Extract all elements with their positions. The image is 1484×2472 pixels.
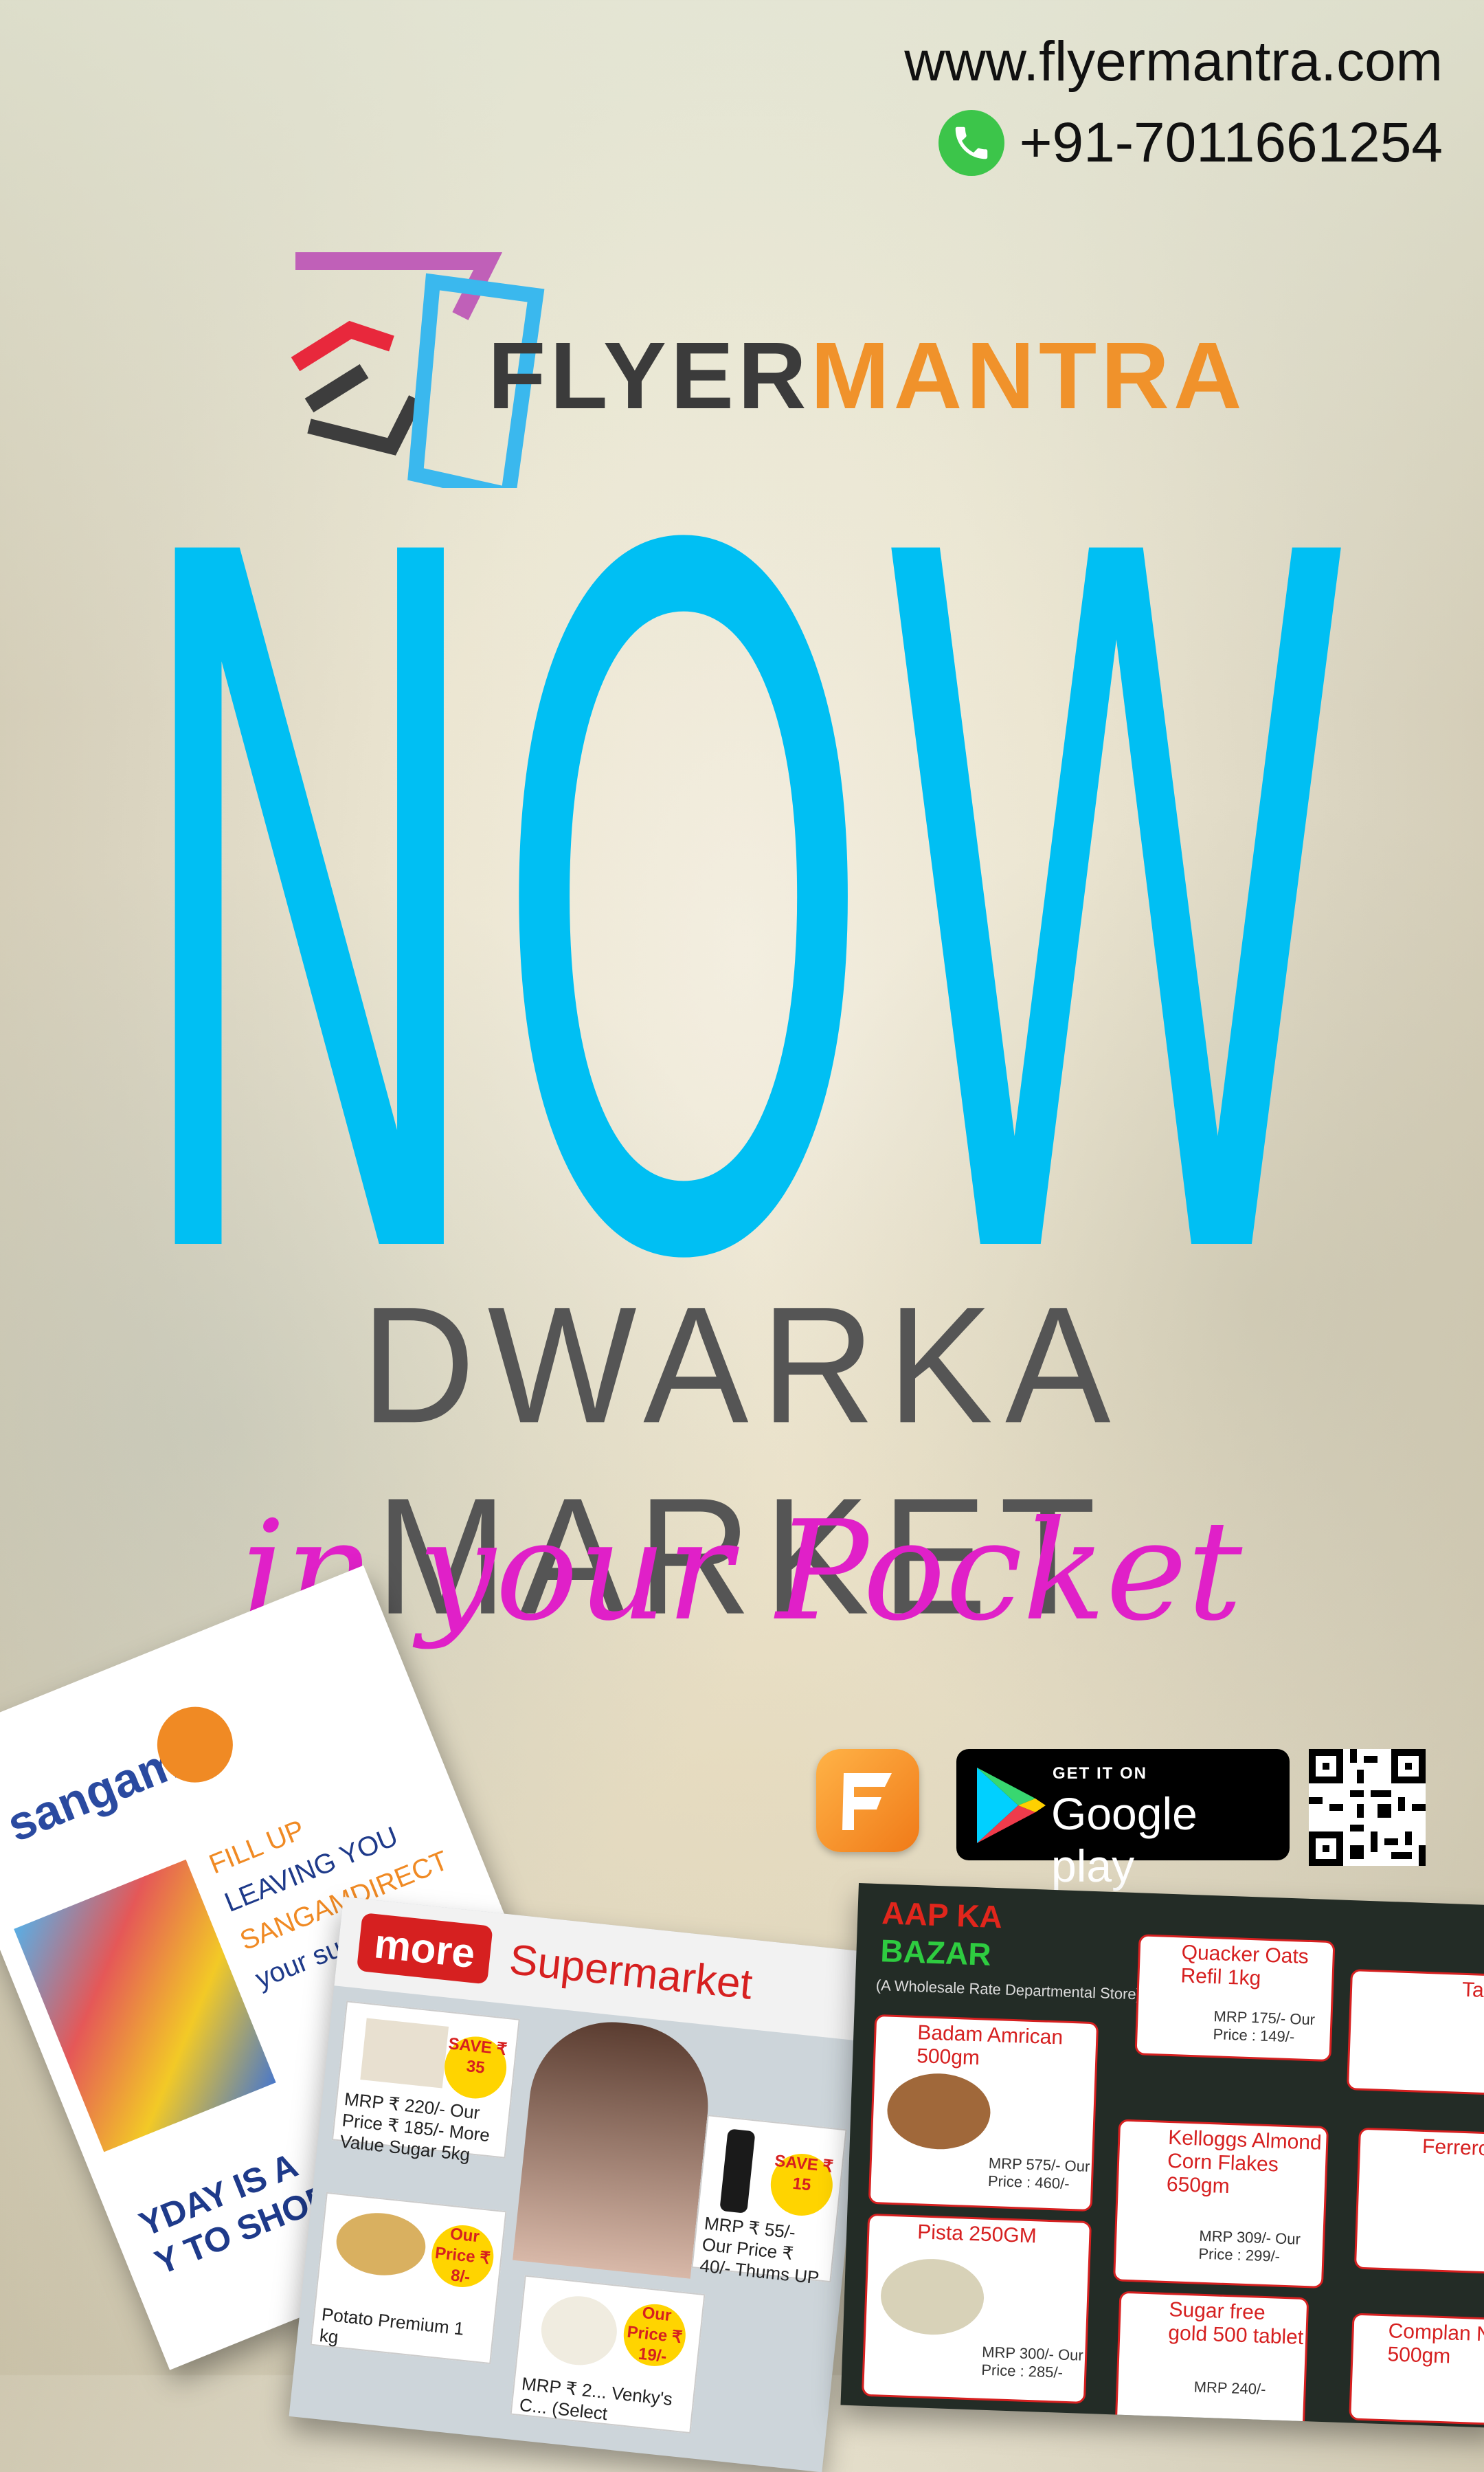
more-item-text: MRP ₹ 55/- Our Price ₹ 40/- Thums UP — [699, 2212, 820, 2289]
logo-wordmark: FLYERMANTRA — [488, 322, 1246, 431]
flyermantra-logo: FLYERMANTRA — [289, 241, 1242, 488]
more-item-card: SAVE ₹ 15 MRP ₹ 55/- Our Price ₹ 40/- Th… — [691, 2115, 847, 2288]
aapka-item-price: MRP 575/- Our Price : 460/- — [987, 2154, 1090, 2192]
aapka-item-card: Ferrero R — [1353, 2127, 1484, 2275]
sugar-image — [360, 2018, 449, 2089]
qr-code-icon — [1309, 1749, 1426, 1866]
aapka-item-name: Tang — [1461, 1978, 1484, 2003]
almonds-image — [886, 2071, 992, 2151]
aapka-item-name: Pista 250GM — [917, 2220, 1037, 2248]
aapka-item-card: Tang — [1346, 1969, 1484, 2096]
woman-shopper-image — [513, 2014, 717, 2279]
phone-number[interactable]: +91-7011661254 — [1020, 109, 1443, 177]
more-item-text: Potato Premium 1 kg — [318, 2304, 465, 2348]
aapka-item-price: MRP 300/- Our Price : 285/- — [980, 2343, 1084, 2381]
aapka-item-name: Kelloggs Almond Corn Flakes 650gm — [1166, 2126, 1323, 2198]
aapka-title-1: AAP KA — [881, 1895, 1003, 1935]
more-item-card: Our Price ₹ 19/- MRP ₹ 2... Venky's C...… — [510, 2275, 706, 2434]
badge-get-it-on: GET IT ON — [1053, 1764, 1147, 1783]
aapka-item-card: Pista 250GM MRP 300/- Our Price : 285/- — [861, 2213, 1092, 2404]
potato-image — [333, 2208, 429, 2280]
aapka-subtitle: (A Wholesale Rate Departmental Store) — [875, 1976, 1142, 2003]
app-f-icon — [842, 1773, 892, 1830]
badge-google-play: Google play — [1051, 1788, 1198, 1891]
price-badge: Our Price ₹ 19/- — [620, 2301, 689, 2370]
aapka-item-name: Badam Amrican 500gm — [916, 2021, 1064, 2070]
pista-image — [879, 2257, 985, 2337]
google-play-icon — [977, 1768, 1046, 1843]
aapka-item-card: Kelloggs Almond Corn Flakes 650gm MRP 30… — [1113, 2119, 1329, 2289]
whatsapp-icon — [938, 110, 1004, 176]
aapka-item-card: Badam Amrican 500gm MRP 575/- Our Price … — [868, 2014, 1099, 2212]
aapka-item-name: Complan Nat 500gm — [1386, 2319, 1484, 2368]
aapka-item-price: MRP 175/- Our Price : 149/- — [1213, 2007, 1316, 2046]
contact-block: www.flyermantra.com +91-7011661254 — [904, 27, 1443, 177]
aapka-item-card: Quacker Oats Refil 1kg MRP 175/- Our Pri… — [1134, 1934, 1336, 2062]
aapka-item-price: MRP 240/- — [1193, 2378, 1266, 2398]
more-item-card: SAVE ₹ 35 MRP ₹ 220/- Our Price ₹ 185/- … — [331, 2001, 520, 2165]
aapka-item-name: Quacker Oats Refil 1kg — [1180, 1941, 1309, 1990]
logo-word-flyer: FLYER — [488, 323, 811, 429]
aapka-item-name: Sugar free gold 500 tablet — [1167, 2298, 1304, 2349]
logo-word-mantra: MANTRA — [810, 323, 1246, 429]
aapka-item-price: MRP 309/- Our Price : 299/- — [1198, 2227, 1301, 2265]
cauliflower-image — [537, 2292, 620, 2369]
more-supermarket-flyer[interactable]: more Supermarket SAVE ₹ 35 MRP ₹ 220/- O… — [289, 1897, 877, 2472]
save-badge: SAVE ₹ 15 — [767, 2150, 836, 2219]
more-item-text: MRP ₹ 220/- Our Price ₹ 185/- More Value… — [339, 2088, 491, 2165]
aap-ka-bazar-flyer[interactable]: AAP KA BAZAR (A Wholesale Rate Departmen… — [840, 1883, 1484, 2429]
website-link[interactable]: www.flyermantra.com — [904, 27, 1443, 96]
hero-now: NOW — [0, 357, 1484, 1469]
thums-up-image — [719, 2128, 756, 2214]
aapka-item-card: Complan Nat 500gm — [1349, 2313, 1484, 2426]
flyermantra-app-icon[interactable] — [816, 1749, 919, 1852]
now-word: NOW — [127, 522, 1357, 1278]
aapka-title-2: BAZAR — [879, 1933, 992, 1972]
phone-row: +91-7011661254 — [904, 109, 1443, 177]
more-item-card: Our Price ₹ 8/- Potato Premium 1 kg — [310, 2192, 507, 2365]
aapka-item-name: Ferrero R — [1421, 2135, 1484, 2161]
qr-code[interactable] — [1309, 1749, 1426, 1866]
google-play-badge[interactable]: GET IT ON Google play — [956, 1749, 1290, 1891]
save-badge: SAVE ₹ 35 — [441, 2033, 510, 2102]
more-item-text: MRP ₹ 2... Venky's C... (Select — [518, 2373, 674, 2425]
aapka-item-card: Sugar free gold 500 tablet MRP 240/- — [1114, 2291, 1309, 2429]
price-badge: Our Price ₹ 8/- — [428, 2222, 497, 2291]
now-letters: NOW — [127, 357, 1357, 1469]
